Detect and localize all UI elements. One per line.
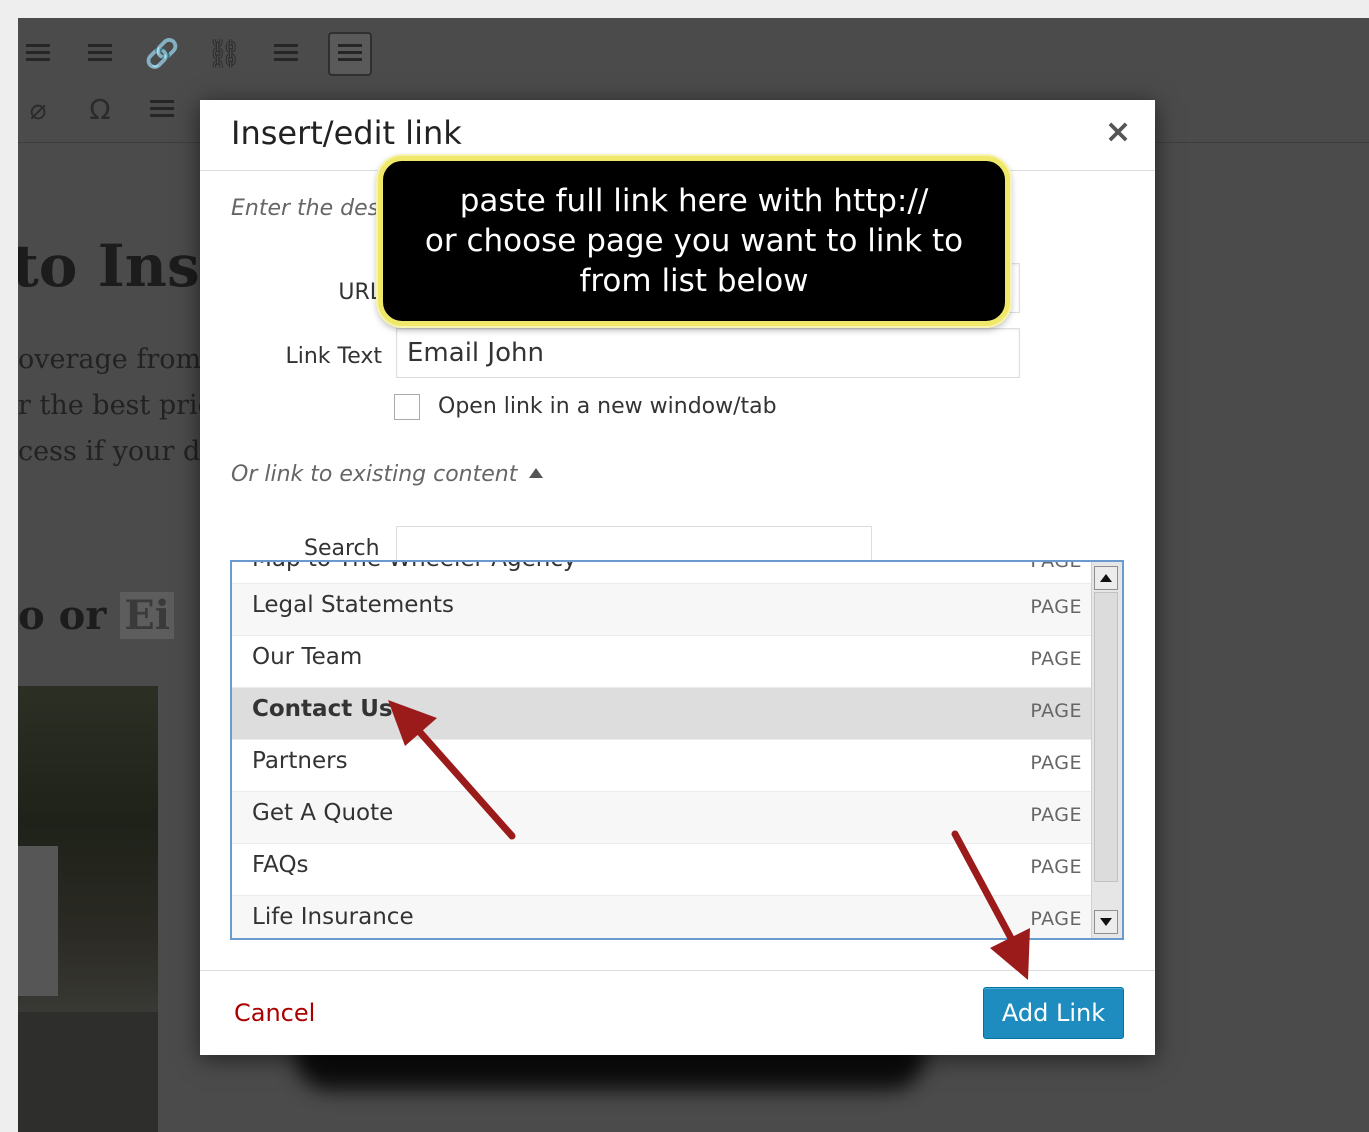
scroll-down-button[interactable] bbox=[1094, 910, 1118, 934]
result-type: PAGE bbox=[1030, 596, 1082, 618]
result-type: PAGE bbox=[1030, 856, 1082, 878]
new-tab-checkbox[interactable] bbox=[394, 394, 420, 420]
dialog-title: Insert/edit link bbox=[231, 114, 462, 152]
url-label: URL bbox=[338, 280, 382, 305]
callout-line: paste full link here with http:// bbox=[459, 183, 929, 219]
result-title: Partners bbox=[252, 748, 348, 774]
content-subheading-link: Ei bbox=[120, 592, 174, 639]
result-title: FAQs bbox=[252, 852, 309, 878]
new-tab-label[interactable]: Open link in a new window/tab bbox=[438, 394, 777, 419]
result-title: Life Insurance bbox=[252, 904, 414, 930]
content-subheading: o or Ei bbox=[18, 592, 174, 639]
result-title: Legal Statements bbox=[252, 592, 454, 618]
content-paragraph-line: cess if your dr bbox=[18, 436, 214, 467]
link-text-input[interactable]: Email John bbox=[396, 328, 1020, 378]
existing-content-label: Or link to existing content bbox=[231, 462, 518, 487]
read-more-icon[interactable] bbox=[266, 34, 306, 74]
photo-car bbox=[18, 846, 58, 996]
existing-content-toggle[interactable]: Or link to existing content bbox=[231, 462, 544, 487]
callout-line: or choose page you want to link to bbox=[424, 223, 964, 259]
result-type: PAGE bbox=[1030, 752, 1082, 774]
content-paragraph-line: r the best pric bbox=[18, 390, 213, 421]
add-link-button[interactable]: Add Link bbox=[983, 987, 1124, 1039]
search-results-list[interactable]: Map to The Wheeler Agency PAGE Legal Sta… bbox=[230, 560, 1124, 940]
editor-toolbar-row-1: 🔗 ⛓ bbox=[18, 26, 394, 82]
result-type: PAGE bbox=[1030, 560, 1082, 572]
toolbar-toggle-icon[interactable] bbox=[328, 32, 372, 76]
scroll-up-button[interactable] bbox=[1094, 566, 1118, 590]
cancel-link[interactable]: Cancel bbox=[234, 999, 315, 1027]
result-type: PAGE bbox=[1030, 648, 1082, 670]
photo-road bbox=[18, 1012, 158, 1132]
result-row[interactable]: FAQs PAGE bbox=[232, 844, 1092, 896]
close-icon[interactable]: × bbox=[1101, 114, 1135, 148]
special-character-icon[interactable]: Ω bbox=[80, 90, 120, 130]
result-row[interactable]: Life Insurance PAGE bbox=[232, 896, 1092, 938]
content-paragraph-line: overage from bbox=[18, 344, 202, 375]
chevron-up-icon bbox=[1100, 574, 1112, 582]
result-type: PAGE bbox=[1030, 700, 1082, 722]
link-text-label: Link Text bbox=[285, 344, 382, 369]
result-title: Contact Us bbox=[252, 696, 393, 722]
result-row[interactable]: Our Team PAGE bbox=[232, 636, 1092, 688]
content-photo bbox=[18, 686, 158, 1132]
dialog-hint: Enter the dest bbox=[231, 196, 388, 221]
collapse-arrow-icon bbox=[529, 468, 544, 478]
align-right-icon[interactable] bbox=[18, 34, 58, 74]
scrollbar-thumb[interactable] bbox=[1094, 592, 1118, 882]
result-title: Get A Quote bbox=[252, 800, 394, 826]
result-type: PAGE bbox=[1030, 804, 1082, 826]
result-type: PAGE bbox=[1030, 908, 1082, 930]
results-scrollbar[interactable] bbox=[1091, 562, 1122, 938]
result-row[interactable]: Legal Statements PAGE bbox=[232, 584, 1092, 636]
clear-formatting-icon[interactable]: ⌀ bbox=[18, 90, 58, 130]
callout-line: from list below bbox=[579, 263, 809, 299]
dialog-footer: Cancel Add Link bbox=[200, 970, 1155, 1056]
result-row-selected[interactable]: Contact Us PAGE bbox=[232, 688, 1092, 740]
annotation-callout: paste full link here with http:// or cho… bbox=[378, 156, 1010, 326]
result-row[interactable]: Get A Quote PAGE bbox=[232, 792, 1092, 844]
result-title: Map to The Wheeler Agency bbox=[252, 562, 577, 572]
result-row[interactable]: Map to The Wheeler Agency PAGE bbox=[232, 562, 1092, 584]
chevron-down-icon bbox=[1100, 918, 1112, 926]
unlink-icon[interactable]: ⛓ bbox=[204, 34, 244, 74]
editor-toolbar-row-2: ⌀ Ω bbox=[18, 82, 204, 138]
outdent-icon[interactable] bbox=[142, 90, 182, 130]
align-justify-icon[interactable] bbox=[80, 34, 120, 74]
result-title: Our Team bbox=[252, 644, 363, 670]
search-label: Search bbox=[304, 536, 380, 561]
content-subheading-text: o or bbox=[18, 592, 107, 639]
insert-link-icon[interactable]: 🔗 bbox=[142, 34, 182, 74]
result-row[interactable]: Partners PAGE bbox=[232, 740, 1092, 792]
